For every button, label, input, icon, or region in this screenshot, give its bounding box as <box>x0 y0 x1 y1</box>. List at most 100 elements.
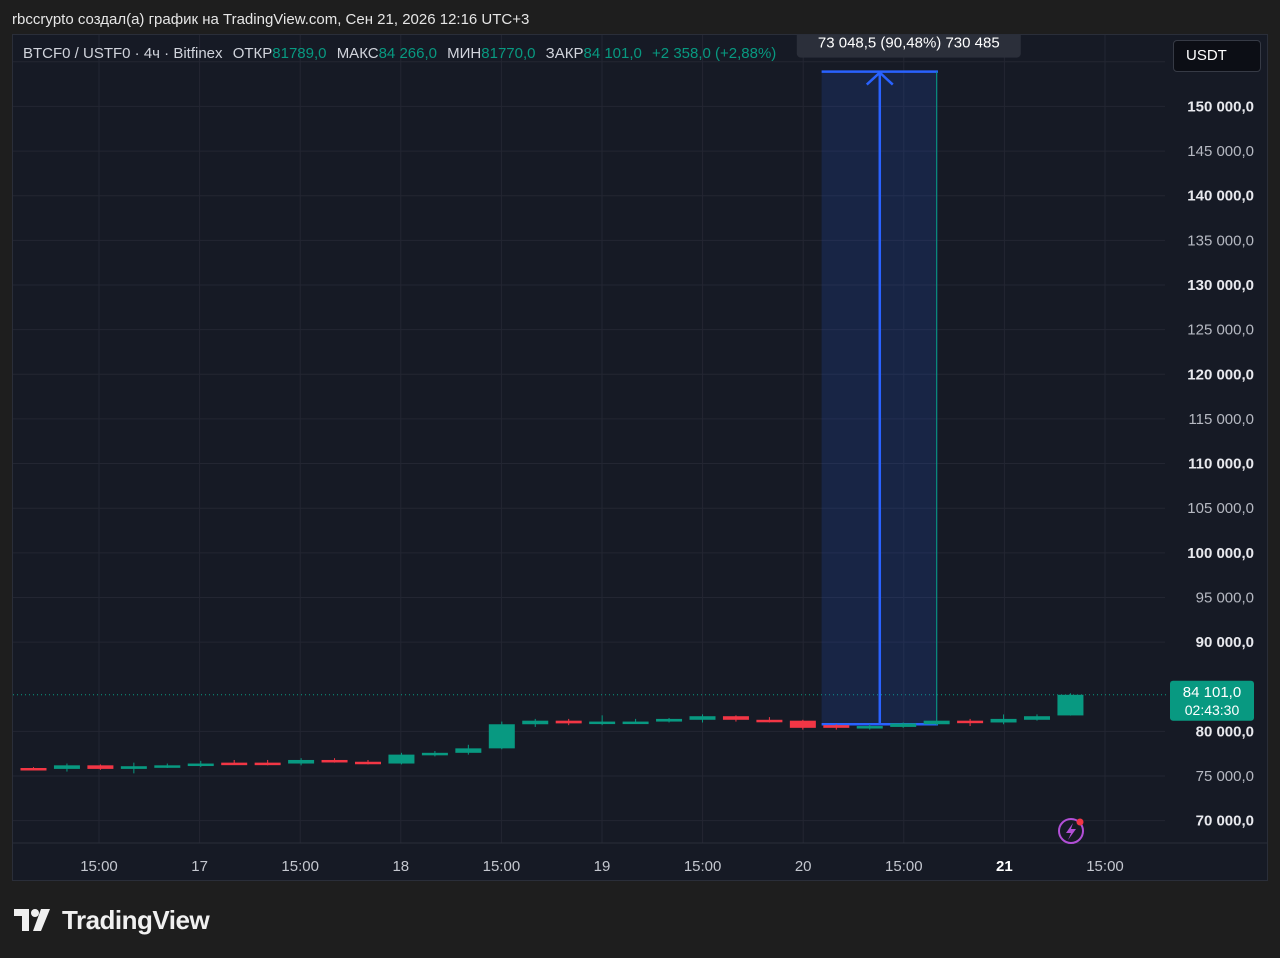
price-chart[interactable]: 15:00 17 15:00 18 15:00 19 15:00 20 15:00 21 15:00… <box>13 35 1267 880</box>
candle-body <box>87 765 114 769</box>
candle <box>455 744 482 755</box>
symbol-title[interactable]: BTCF0 / USTF0 · 4ч · Bitfinex <box>23 45 223 62</box>
y-axis-tick-label: 130 000,0 <box>1187 277 1254 294</box>
chart-pane[interactable]: 15:00 17 15:00 18 15:00 19 15:00 20 15:00 21 15:00… <box>12 34 1268 881</box>
candle-body <box>321 759 348 763</box>
candle-body <box>488 724 515 749</box>
candle-body <box>455 748 482 753</box>
y-axis-tick-label: 100 000,0 <box>1187 545 1254 562</box>
candle <box>756 717 783 723</box>
candle <box>321 758 348 763</box>
candle-body <box>288 759 315 764</box>
candle <box>288 758 315 766</box>
candle-body <box>589 721 616 725</box>
x-axis-tick-label: 15:00 <box>281 858 319 875</box>
x-axis-tick-label: 17 <box>191 858 208 875</box>
candle <box>87 764 114 770</box>
ohlc-legend: BTCF0 / USTF0 · 4ч · Bitfinex ОТКР81789,… <box>23 45 776 62</box>
candle-body <box>990 718 1017 723</box>
candle <box>221 759 248 766</box>
candle <box>187 760 214 768</box>
candle-body <box>890 723 917 727</box>
x-axis-tick-label: 20 <box>795 858 812 875</box>
candle-body <box>254 762 281 766</box>
low-value: 81770,0 <box>481 45 536 62</box>
y-axis-tick-label: 80 000,0 <box>1196 723 1254 740</box>
candle <box>722 715 749 722</box>
x-axis-tick-label: 15:00 <box>80 858 118 875</box>
candle <box>957 718 984 727</box>
tradingview-logo-icon <box>14 909 50 931</box>
candle <box>589 715 616 726</box>
candle-body <box>187 763 214 767</box>
y-axis-tick-label: 140 000,0 <box>1187 188 1254 205</box>
candle <box>421 751 448 757</box>
candle <box>254 759 281 766</box>
candle-body <box>622 721 649 725</box>
candle-body <box>689 716 716 720</box>
close-value: 84 101,0 <box>583 45 642 62</box>
candle <box>622 718 649 725</box>
tradingview-logo[interactable]: TradingView <box>14 904 210 936</box>
candle-body <box>789 720 816 728</box>
y-axis-tick-label: 135 000,0 <box>1187 232 1254 249</box>
lightning-icon[interactable] <box>1058 818 1084 844</box>
candle-body <box>522 720 549 725</box>
tradingview-wordmark: TradingView <box>62 904 210 935</box>
candle <box>990 714 1017 725</box>
candle-body <box>1057 694 1084 716</box>
candle <box>355 759 381 765</box>
price-range-tooltip: 73 048,5 (90,48%) 730 485 <box>818 35 1000 52</box>
candle-body <box>756 719 783 723</box>
x-axis-tick-label: 15:00 <box>684 858 722 875</box>
x-axis-tick-label: 18 <box>392 858 409 875</box>
change-value: +2 358,0 (+2,88%) <box>652 45 777 62</box>
last-price-countdown: 02:43:30 <box>1185 702 1240 718</box>
chart-caption: rbccrypto создал(а) график на TradingVie… <box>12 11 530 28</box>
y-axis-tick-label: 110 000,0 <box>1188 456 1254 473</box>
y-axis-tick-label: 90 000,0 <box>1196 634 1254 651</box>
candle <box>388 752 415 765</box>
candle <box>488 721 515 750</box>
candle-body <box>53 765 80 769</box>
candle <box>120 762 147 774</box>
candle-body <box>154 765 181 768</box>
high-label: МАКС <box>336 45 379 62</box>
candle-body <box>421 752 448 756</box>
candle-body <box>355 761 381 765</box>
open-label: ОТКР <box>232 45 273 62</box>
candle <box>1024 714 1050 721</box>
candle <box>656 718 683 723</box>
candle-body <box>221 762 248 766</box>
y-axis-tick-label: 95 000,0 <box>1196 589 1254 606</box>
candle-body <box>856 726 883 729</box>
candle <box>522 718 549 727</box>
candle-body <box>120 766 147 769</box>
candle <box>789 719 816 730</box>
candle-body <box>555 720 582 724</box>
candle <box>555 718 582 726</box>
x-axis-tick-label: 21 <box>996 858 1013 875</box>
y-axis-tick-label: 70 000,0 <box>1196 813 1254 830</box>
candle <box>689 714 716 723</box>
y-axis-tick-label: 145 000,0 <box>1187 143 1254 160</box>
candle <box>1057 693 1084 716</box>
y-axis-tick-label: 115 000,0 <box>1188 411 1254 428</box>
y-axis-tick-label: 125 000,0 <box>1187 322 1254 339</box>
candle-body <box>923 720 950 725</box>
candle-body <box>957 720 984 724</box>
last-price-value: 84 101,0 <box>1183 684 1241 701</box>
currency-button[interactable]: USDT <box>1173 40 1261 72</box>
candle <box>53 763 80 772</box>
y-axis-tick-label: 150 000,0 <box>1187 98 1254 115</box>
candle-body <box>1024 716 1050 720</box>
candle-body <box>388 754 415 764</box>
candle <box>154 763 181 769</box>
x-axis-tick-label: 15:00 <box>1086 858 1124 875</box>
candle-body <box>823 725 850 728</box>
y-axis-tick-label: 75 000,0 <box>1196 768 1254 785</box>
low-label: МИН <box>447 45 482 62</box>
y-axis-tick-label: 105 000,0 <box>1187 500 1254 517</box>
x-axis-tick-label: 15:00 <box>483 858 521 875</box>
x-axis-tick-label: 19 <box>594 858 611 875</box>
